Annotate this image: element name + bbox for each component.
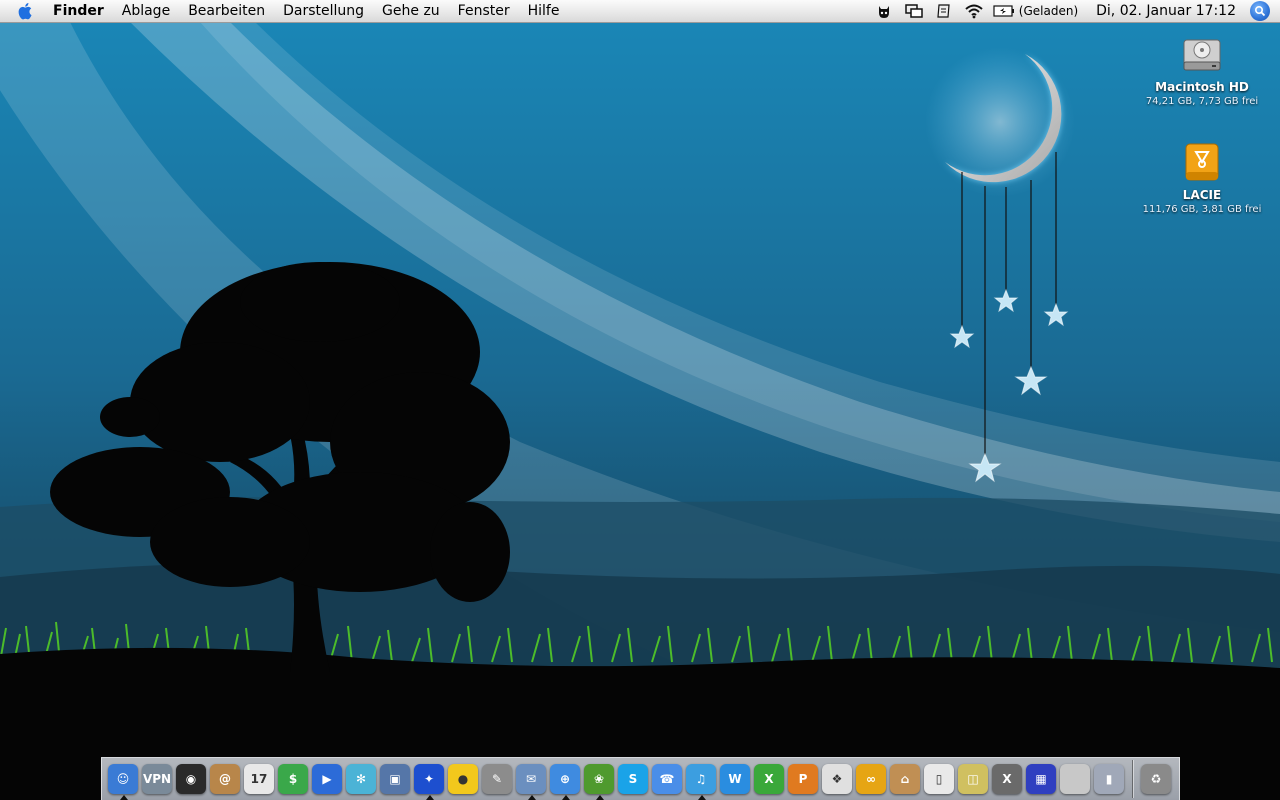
running-indicator — [698, 795, 706, 800]
menu-bearbeiten[interactable]: Bearbeiten — [179, 0, 274, 22]
dock-item-snow-globe[interactable]: ✻ — [344, 762, 378, 796]
menu-app-finder[interactable]: Finder — [44, 0, 113, 22]
vpn-icon: VPN — [142, 764, 172, 794]
running-indicator — [120, 795, 128, 800]
finder-icon: ☺ — [108, 764, 138, 794]
firewire-drive-icon — [1178, 138, 1226, 186]
word-icon: W — [720, 764, 750, 794]
dock-item-bucket[interactable]: ⌂ — [888, 762, 922, 796]
battery-icon[interactable] — [993, 0, 1015, 22]
dock-item-mail[interactable]: ✉ — [514, 762, 548, 800]
rubber-duck-icon: ● — [448, 764, 478, 794]
dock-item-office[interactable]: ∞ — [854, 762, 888, 796]
adium-icon: ❀ — [584, 764, 614, 794]
mail-icon: ✉ — [516, 764, 546, 794]
dock-item-blue-frog[interactable]: ✦ — [412, 762, 446, 800]
photo-icon: ❖ — [822, 764, 852, 794]
dock-item-quill[interactable]: ✎ — [480, 762, 514, 796]
apple-menu-icon[interactable] — [16, 1, 36, 21]
dock-item-vpn[interactable]: VPN — [140, 762, 174, 796]
dock-item-stack[interactable]: ▮ — [1092, 762, 1126, 796]
ical-icon: 17 — [244, 764, 274, 794]
spaces-icon[interactable] — [903, 0, 925, 22]
dock-item-skype[interactable]: S — [616, 762, 650, 796]
menu-fenster[interactable]: Fenster — [449, 0, 519, 22]
dock-item-camera-lens[interactable]: ◉ — [174, 762, 208, 796]
menu-ablage[interactable]: Ablage — [113, 0, 179, 22]
dock-item-excel[interactable]: X — [752, 762, 786, 796]
running-indicator — [596, 795, 604, 800]
spotlight-icon[interactable] — [1250, 1, 1270, 21]
address-book-icon: @ — [210, 764, 240, 794]
dock-item-rubber-duck[interactable]: ● — [446, 762, 480, 796]
volume-info: 111,76 GB, 3,81 GB frei — [1142, 204, 1262, 215]
dock-trash[interactable]: ♻ — [1139, 762, 1173, 796]
menu-hilfe[interactable]: Hilfe — [519, 0, 569, 22]
wifi-icon[interactable] — [963, 0, 985, 22]
screen-icon: ▣ — [380, 764, 410, 794]
trash-icon: ♻ — [1141, 764, 1171, 794]
dock-item-remote[interactable]: ▯ — [922, 762, 956, 796]
menu-bar: Finder Ablage Bearbeiten Darstellung Geh… — [0, 0, 1280, 23]
dock-item-address-book[interactable]: @ — [208, 762, 242, 796]
volume-info: 74,21 GB, 7,73 GB frei — [1145, 96, 1259, 107]
preview-icon: ◫ — [958, 764, 988, 794]
powerpoint-icon: P — [788, 764, 818, 794]
excel-icon: X — [754, 764, 784, 794]
snow-globe-icon: ✻ — [346, 764, 376, 794]
dock-item-finder[interactable]: ☺ — [106, 762, 140, 800]
volume-name: LACIE — [1182, 188, 1222, 202]
office-icon: ∞ — [856, 764, 886, 794]
running-indicator — [562, 795, 570, 800]
dock-item-photo[interactable]: ❖ — [820, 762, 854, 796]
camera-lens-icon: ◉ — [176, 764, 206, 794]
dock-item-ichat[interactable]: ☎ — [650, 762, 684, 796]
menu-gehe-zu[interactable]: Gehe zu — [373, 0, 449, 22]
dock-item-x11[interactable]: X — [990, 762, 1024, 796]
dock-item-word[interactable]: W — [718, 762, 752, 796]
dock-item-spaces-app[interactable]: ▦ — [1024, 762, 1058, 796]
skype-icon: S — [618, 764, 648, 794]
dock-apps: ☺ VPN ◉ @17 $ ▶ ✻ ▣ ✦ ● ✎ ✉ ⊕ ❀ S ☎ ♫ W X P ❖ ∞ ⌂ ▯ ◫ X ▦ ▮ — [106, 762, 1126, 800]
running-indicator — [528, 795, 536, 800]
dock-item-money[interactable]: $ — [276, 762, 310, 796]
dock-item-screen[interactable]: ▣ — [378, 762, 412, 796]
dock-item-itunes[interactable]: ♫ — [684, 762, 718, 800]
dock-item-ical[interactable]: 17 — [242, 762, 276, 796]
cat-agent-icon[interactable] — [873, 0, 895, 22]
script-icon[interactable] — [933, 0, 955, 22]
dock-item-adium[interactable]: ❀ — [582, 762, 616, 800]
dock-item-safari[interactable]: ⊕ — [548, 762, 582, 800]
safari-icon: ⊕ — [550, 764, 580, 794]
remote-icon: ▯ — [924, 764, 954, 794]
running-indicator — [426, 795, 434, 800]
menu-clock[interactable]: Di, 02. Januar 17:12 — [1096, 3, 1236, 19]
quill-icon: ✎ — [482, 764, 512, 794]
ichat-icon: ☎ — [652, 764, 682, 794]
desktop-screen: Finder Ablage Bearbeiten Darstellung Geh… — [0, 0, 1280, 800]
stack-icon: ▮ — [1094, 764, 1124, 794]
menu-darstellung[interactable]: Darstellung — [274, 0, 373, 22]
money-icon: $ — [278, 764, 308, 794]
bucket-icon: ⌂ — [890, 764, 920, 794]
battery-status: (Geladen) — [1018, 4, 1079, 18]
spaces-app-icon: ▦ — [1026, 764, 1056, 794]
hard-drive-icon — [1178, 30, 1226, 78]
desktop-volume-lacie[interactable]: LACIE 111,76 GB, 3,81 GB frei — [1132, 138, 1272, 215]
clapper-icon: ▶ — [312, 764, 342, 794]
dock: ☺ VPN ◉ @17 $ ▶ ✻ ▣ ✦ ● ✎ ✉ ⊕ ❀ S ☎ ♫ W X P ❖ ∞ ⌂ ▯ ◫ X ▦ ▮ ♻ — [101, 757, 1180, 800]
x11-icon: X — [992, 764, 1022, 794]
wallpaper — [0, 22, 1280, 800]
menu-extras: (Geladen) Di, 02. Januar 17:12 — [869, 0, 1280, 22]
dock-item-clapper[interactable]: ▶ — [310, 762, 344, 796]
desktop-volume-macintosh-hd[interactable]: Macintosh HD 74,21 GB, 7,73 GB frei — [1132, 30, 1272, 107]
dock-item-system-prefs[interactable] — [1058, 762, 1092, 796]
itunes-icon: ♫ — [686, 764, 716, 794]
dock-separator — [1132, 760, 1133, 798]
volume-name: Macintosh HD — [1155, 80, 1249, 94]
system-prefs-icon — [1060, 764, 1090, 794]
dock-item-powerpoint[interactable]: P — [786, 762, 820, 796]
dock-item-preview[interactable]: ◫ — [956, 762, 990, 796]
blue-frog-icon: ✦ — [414, 764, 444, 794]
